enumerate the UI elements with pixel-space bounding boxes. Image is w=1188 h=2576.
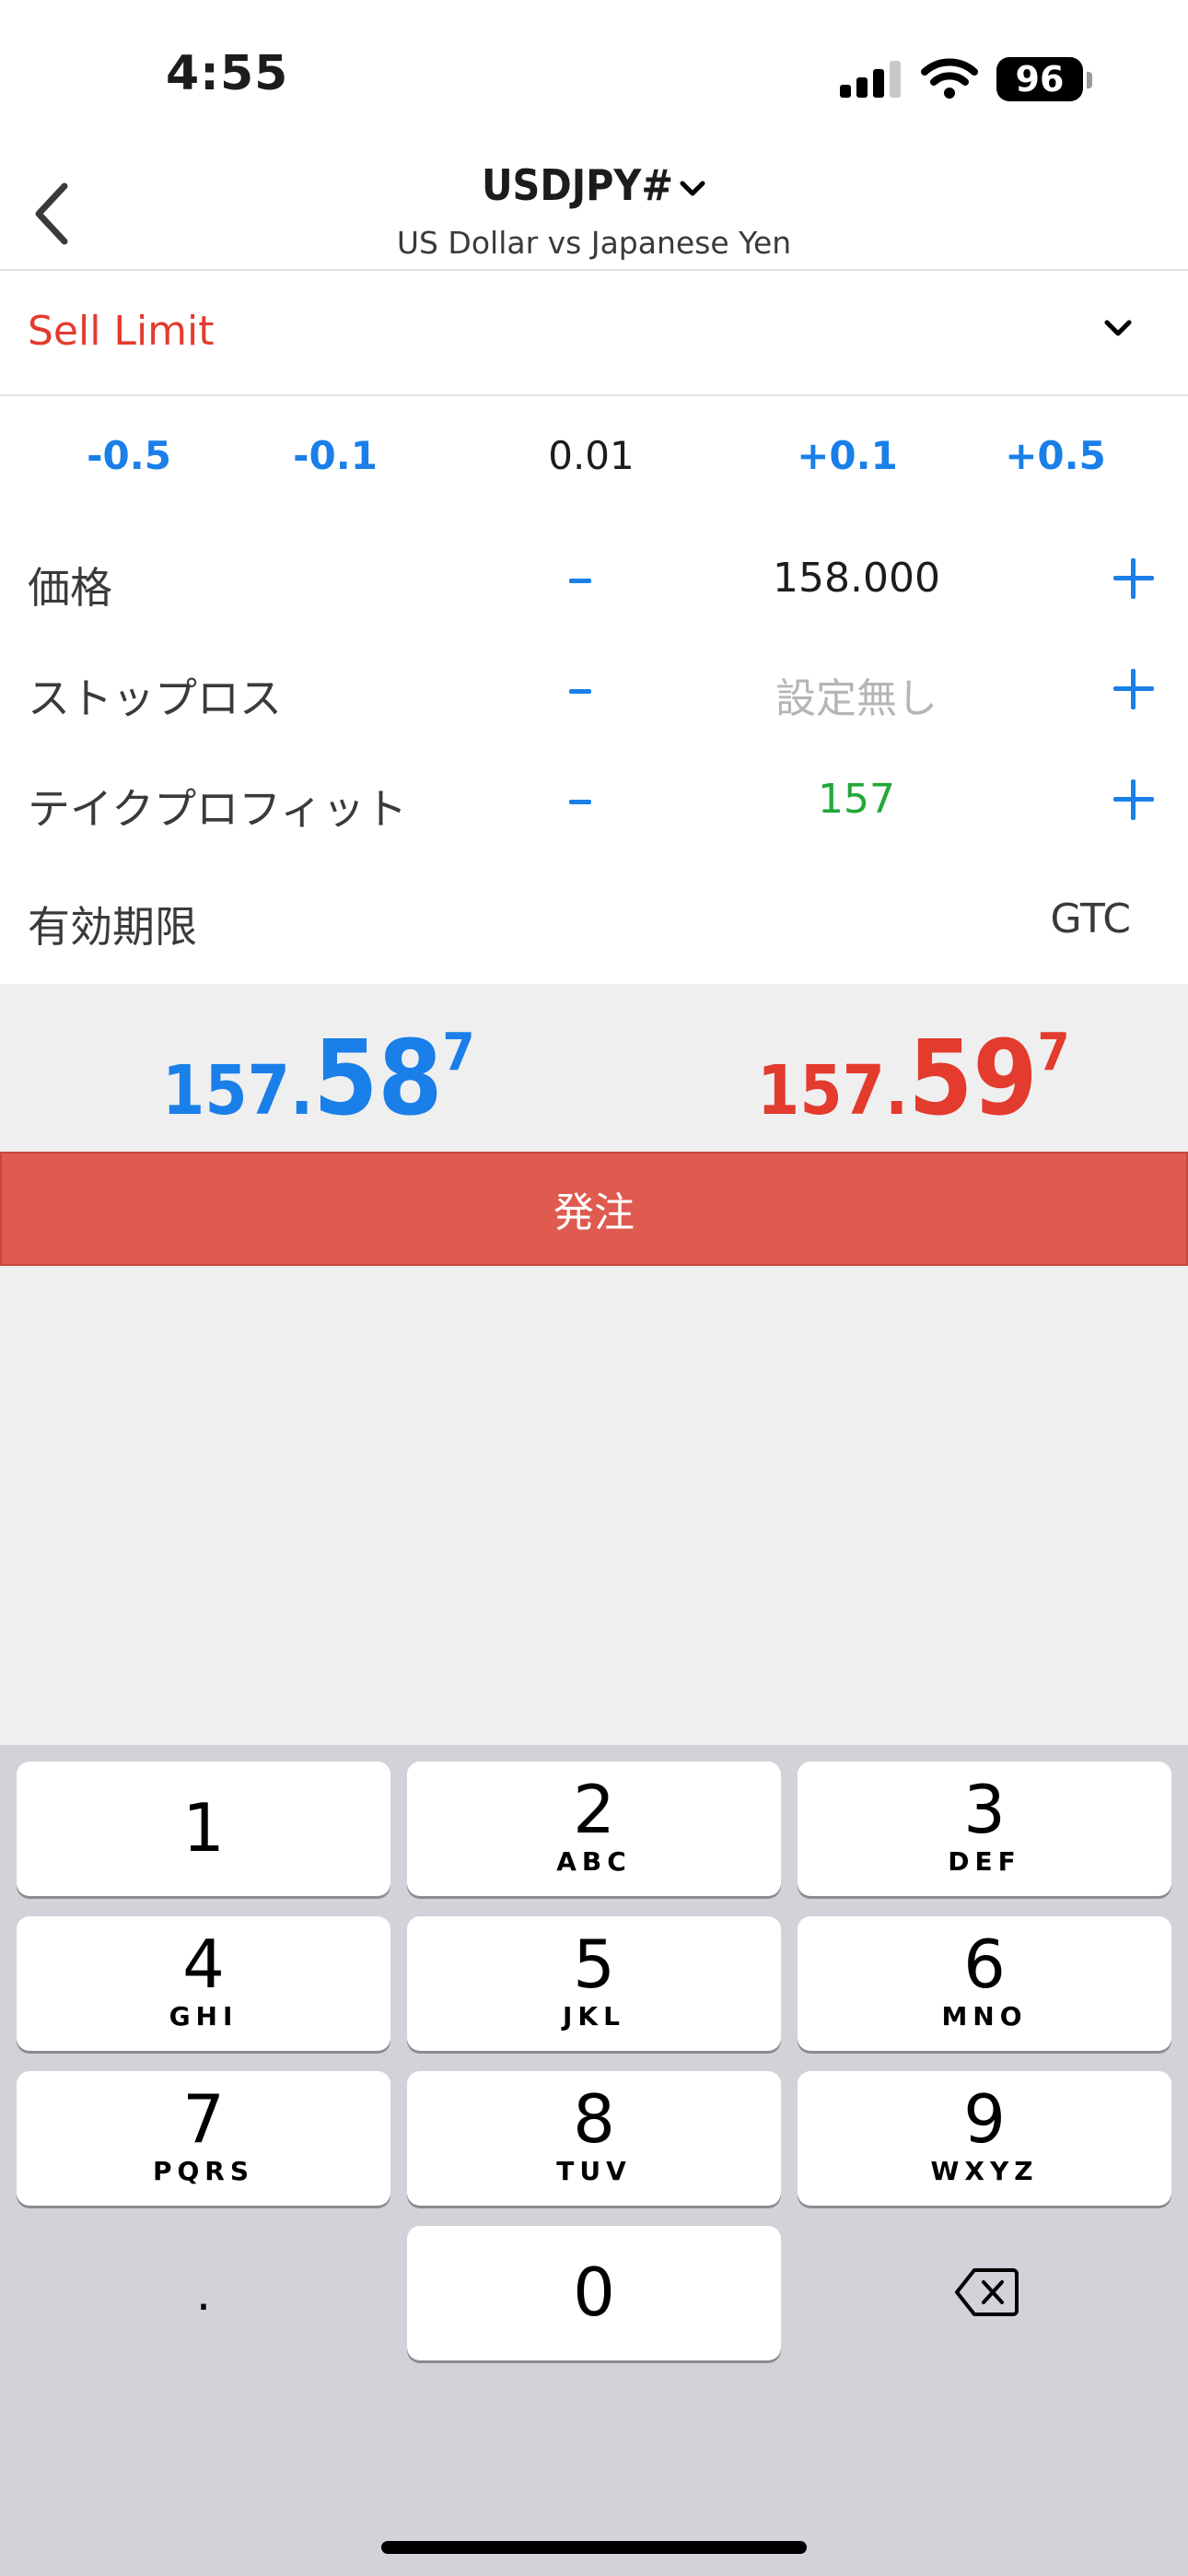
current-step-value: 0.01 [548, 433, 635, 478]
nav-header: USDJPY# US Dollar vs Japanese Yen [0, 157, 1188, 271]
battery-icon: 96 [996, 57, 1083, 101]
key-letters: PQRS [152, 2156, 255, 2186]
key-letters: JKL [563, 2001, 625, 2032]
stop-loss-label: ストップロス [28, 673, 282, 723]
step-plus-0.1-button[interactable]: +0.1 [755, 433, 939, 478]
quote-panel: 157.587 157.597 [0, 984, 1188, 1152]
expiry-value: GTC [1050, 896, 1131, 943]
key-4[interactable]: 4 GHI [17, 1916, 390, 2051]
symbol-selector[interactable]: USDJPY# [0, 160, 1188, 210]
key-digit: 8 [573, 2080, 615, 2158]
ask-price-pip: 7 [1037, 1022, 1070, 1083]
stop-loss-row: ストップロス 設定無し [0, 639, 1188, 741]
expiry-row[interactable]: 有効期限 GTC [0, 873, 1188, 984]
ask-price-prefix: 157. [757, 1051, 909, 1130]
key-1[interactable]: 1 [17, 1762, 390, 1896]
step-minus-0.1-button[interactable]: -0.1 [243, 433, 427, 478]
take-profit-row: テイクプロフィット 157 [0, 750, 1188, 851]
place-order-label: 発注 [553, 1189, 635, 1236]
battery-level: 96 [1015, 59, 1065, 100]
key-digit: 0 [573, 2254, 615, 2331]
ask-price: 157.597 [757, 1019, 1070, 1139]
home-indicator [381, 2541, 807, 2554]
stop-loss-input[interactable]: 設定無し [718, 665, 995, 724]
take-profit-input[interactable]: 157 [718, 776, 995, 823]
key-digit: . [195, 2266, 212, 2322]
symbol-description: US Dollar vs Japanese Yen [396, 225, 792, 261]
price-row: 価格 158.000 [0, 529, 1188, 630]
key-letters: DEF [948, 1846, 1021, 1877]
cellular-signal-icon [840, 61, 901, 98]
key-digit: 1 [182, 1789, 225, 1867]
key-7[interactable]: 7 PQRS [17, 2071, 390, 2206]
stop-loss-decrease-button[interactable] [562, 658, 599, 722]
battery-cap [1087, 72, 1092, 88]
chevron-down-icon [680, 181, 705, 195]
step-plus-0.5-button[interactable]: +0.5 [963, 433, 1147, 478]
take-profit-increase-button[interactable] [1111, 772, 1157, 827]
take-profit-decrease-button[interactable] [562, 768, 599, 833]
key-letters: ABC [556, 1846, 632, 1877]
key-decimal-point[interactable]: . [17, 2226, 390, 2360]
expiry-label: 有効期限 [28, 902, 197, 952]
key-letters: MNO [941, 2001, 1028, 2032]
price-label: 価格 [28, 563, 112, 613]
key-digit: 5 [573, 1926, 615, 2003]
key-digit: 2 [573, 1771, 615, 1848]
price-input[interactable]: 158.000 [718, 555, 995, 602]
key-8[interactable]: 8 TUV [407, 2071, 781, 2206]
chevron-down-icon [1104, 320, 1132, 336]
key-letters: WXYZ [930, 2156, 1039, 2186]
key-0[interactable]: 0 [407, 2226, 781, 2360]
key-digit: 4 [182, 1926, 225, 2003]
key-backspace[interactable] [798, 2226, 1171, 2360]
stop-loss-increase-button[interactable] [1111, 662, 1157, 717]
take-profit-label: テイクプロフィット [28, 784, 408, 834]
place-order-button[interactable]: 発注 [0, 1152, 1188, 1266]
status-time: 4:55 [166, 46, 289, 101]
price-decrease-button[interactable] [562, 547, 599, 612]
order-type-label: Sell Limit [28, 308, 215, 355]
key-9[interactable]: 9 WXYZ [798, 2071, 1171, 2206]
key-letters: TUV [556, 2156, 632, 2186]
key-5[interactable]: 5 JKL [407, 1916, 781, 2051]
empty-area [0, 1266, 1188, 1745]
ask-price-big-digits: 59 [908, 1019, 1038, 1139]
backspace-icon [955, 2268, 1019, 2316]
symbol-name: USDJPY# [481, 160, 674, 210]
key-3[interactable]: 3 DEF [798, 1762, 1171, 1896]
wifi-icon [921, 58, 978, 99]
order-type-selector[interactable]: Sell Limit [0, 271, 1188, 396]
bid-price-big-digits: 58 [313, 1019, 443, 1139]
key-digit: 9 [963, 2080, 1006, 2158]
numeric-keypad: 1 2 ABC 3 DEF 4 GHI 5 JKL 6 MNO 7 PQRS 8… [0, 1745, 1188, 2576]
status-bar: 4:55 96 [0, 0, 1188, 157]
key-letters: GHI [169, 2001, 239, 2032]
bid-price-prefix: 157. [162, 1051, 314, 1130]
key-digit: 3 [963, 1771, 1006, 1848]
step-minus-0.5-button[interactable]: -0.5 [37, 433, 221, 478]
bid-price-pip: 7 [442, 1022, 475, 1083]
key-digit: 6 [963, 1926, 1006, 2003]
key-digit: 7 [182, 2080, 225, 2158]
key-6[interactable]: 6 MNO [798, 1916, 1171, 2051]
bid-price: 157.587 [162, 1019, 475, 1139]
key-2[interactable]: 2 ABC [407, 1762, 781, 1896]
step-selector: -0.5 -0.1 0.01 +0.1 +0.5 [0, 433, 1188, 498]
price-increase-button[interactable] [1111, 551, 1157, 606]
